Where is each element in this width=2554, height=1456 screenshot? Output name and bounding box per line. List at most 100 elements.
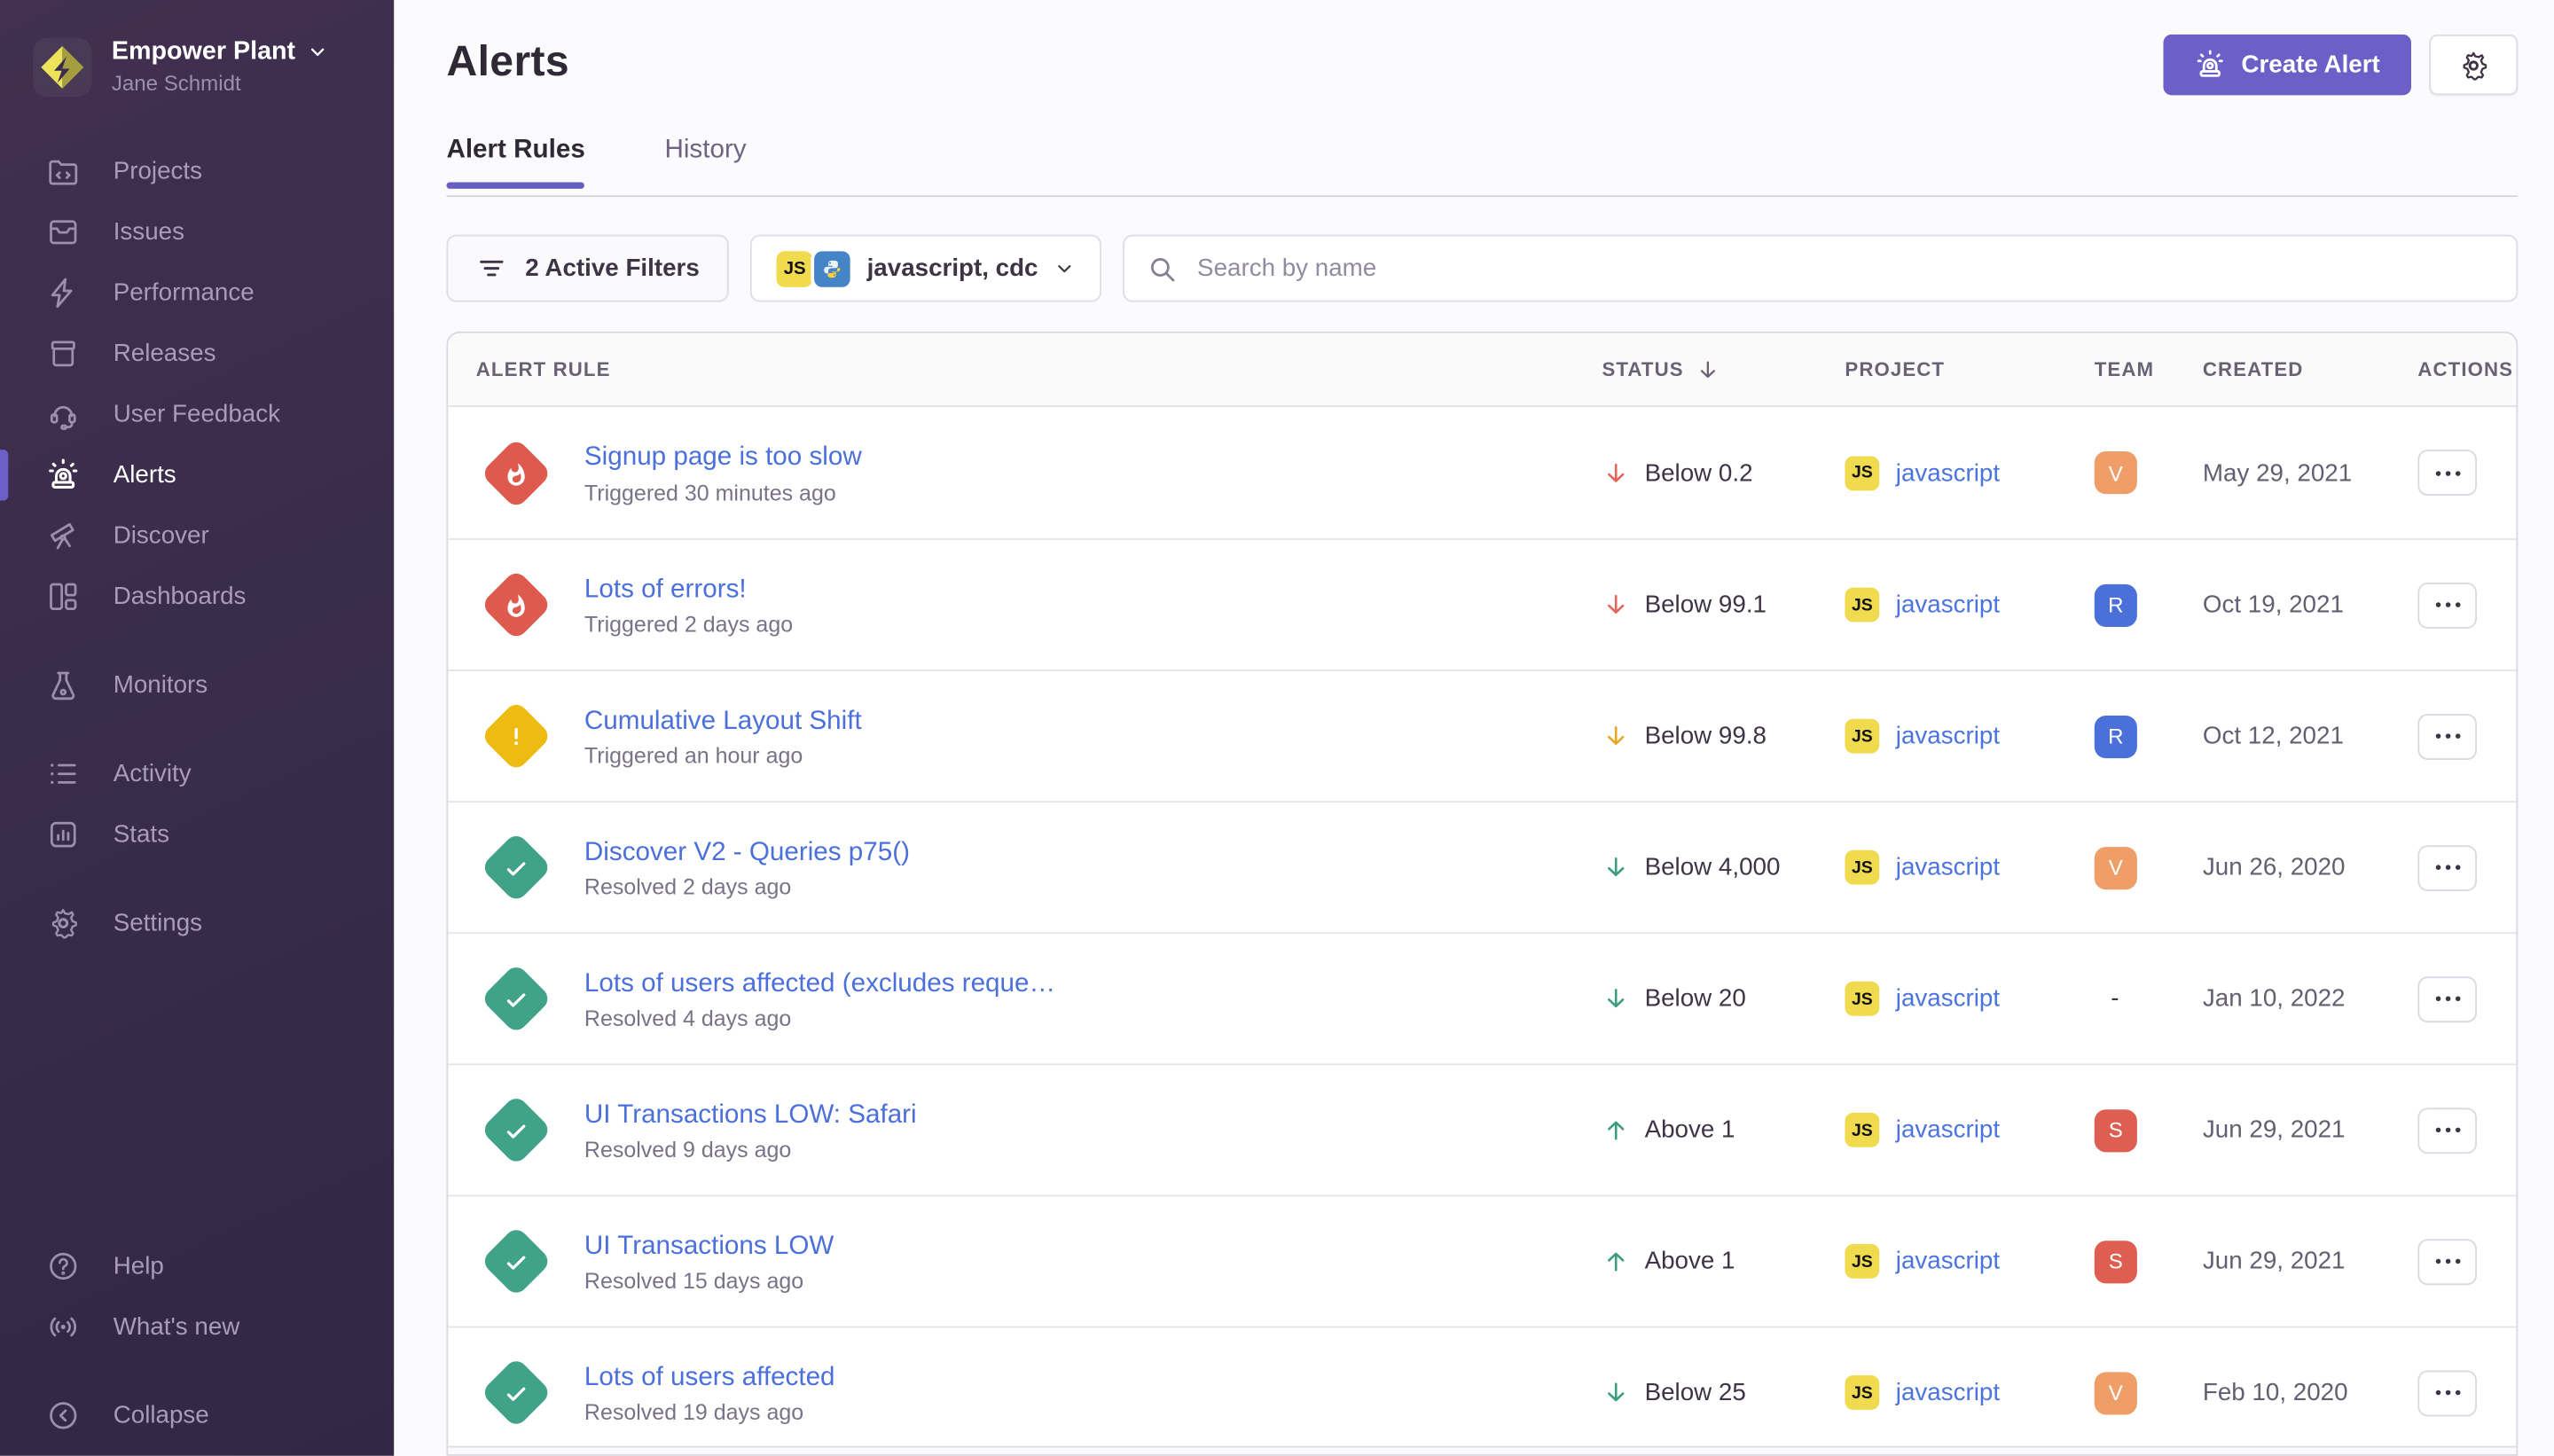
chevron-down-icon — [1054, 258, 1076, 279]
created-date: Oct 19, 2021 — [2203, 591, 2400, 618]
javascript-platform-icon: JS — [1845, 1113, 1879, 1147]
sidebar-item-issues[interactable]: Issues — [0, 201, 394, 262]
sidebar-item-label: Alerts — [114, 460, 176, 488]
tab-alert-rules[interactable]: Alert Rules — [446, 137, 584, 186]
status-cell: Below 25 — [1602, 1379, 1845, 1406]
settings-icon — [46, 905, 81, 940]
org-switcher[interactable]: Empower Plant Jane Schmidt — [0, 0, 394, 98]
table-row: Lots of users affected Resolved 19 days … — [448, 1327, 2516, 1456]
sidebar-item-activity[interactable]: Activity — [0, 743, 394, 803]
status-cell: Below 99.8 — [1602, 722, 1845, 749]
sidebar-item-performance[interactable]: Performance — [0, 262, 394, 322]
user-feedback-icon — [46, 396, 81, 431]
sidebar-item-user-feedback[interactable]: User Feedback — [0, 383, 394, 443]
project-link[interactable]: javascript — [1896, 1379, 2000, 1406]
sidebar-item-releases[interactable]: Releases — [0, 323, 394, 383]
row-actions-button[interactable] — [2417, 582, 2477, 628]
javascript-platform-icon: JS — [1845, 1375, 1879, 1410]
table-row: UI Transactions LOW: Safari Resolved 9 d… — [448, 1063, 2516, 1194]
project-link[interactable]: javascript — [1896, 722, 2000, 749]
alert-rule-subtitle: Resolved 15 days ago — [584, 1269, 834, 1294]
team-badge: S — [2095, 1108, 2137, 1151]
created-date: Oct 12, 2021 — [2203, 722, 2400, 749]
status-cell: Below 99.1 — [1602, 591, 1845, 618]
sidebar-item-label: Dashboards — [114, 582, 247, 609]
sidebar-item-label: Activity — [114, 759, 192, 787]
team-badge: V — [2095, 846, 2137, 888]
created-date: Feb 10, 2020 — [2203, 1379, 2400, 1406]
sidebar-item-monitors[interactable]: Monitors — [0, 654, 394, 715]
javascript-platform-icon: JS — [1845, 982, 1879, 1016]
tab-bar: Alert Rules History — [446, 137, 2518, 197]
sidebar-item-label: Issues — [114, 217, 184, 245]
alert-rule-link[interactable]: Lots of errors! — [584, 572, 793, 607]
table-row: UI Transactions LOW Resolved 15 days ago… — [448, 1194, 2516, 1326]
status-label: Below 25 — [1645, 1379, 1746, 1406]
alert-rule-link[interactable]: UI Transactions LOW: Safari — [584, 1098, 917, 1133]
warning-alert-icon — [481, 701, 552, 772]
sidebar-item-help[interactable]: Help — [0, 1236, 394, 1296]
alert-rule-link[interactable]: UI Transactions LOW — [584, 1229, 834, 1264]
critical-alert-icon — [481, 436, 552, 508]
column-status-sort[interactable]: Status — [1602, 357, 1845, 382]
team-none: - — [2095, 984, 2119, 1012]
project-link[interactable]: javascript — [1896, 1248, 2000, 1275]
search-input[interactable] — [1194, 253, 2493, 284]
alert-rule-link[interactable]: Lots of users affected (excludes reque… — [584, 967, 1055, 1002]
status-label: Below 0.2 — [1645, 458, 1753, 486]
alert-rule-link[interactable]: Discover V2 - Queries p75() — [584, 835, 910, 871]
alert-rule-link[interactable]: Cumulative Layout Shift — [584, 703, 862, 739]
active-filters-button[interactable]: 2 Active Filters — [446, 235, 729, 302]
project-link[interactable]: javascript — [1896, 458, 2000, 486]
team-badge: V — [2095, 1371, 2137, 1413]
org-name: Empower Plant — [112, 36, 295, 68]
sidebar-item-projects[interactable]: Projects — [0, 140, 394, 200]
sidebar-footer: Help What's new Collapse — [0, 1236, 394, 1446]
row-actions-button[interactable] — [2417, 1239, 2477, 1285]
sidebar-item-alerts[interactable]: Alerts — [0, 444, 394, 505]
created-date: Jan 10, 2022 — [2203, 985, 2400, 1013]
project-link[interactable]: javascript — [1896, 1116, 2000, 1144]
sidebar-item-stats[interactable]: Stats — [0, 803, 394, 864]
sidebar-item-discover[interactable]: Discover — [0, 505, 394, 565]
monitors-icon — [46, 668, 81, 702]
alert-rule-subtitle: Resolved 9 days ago — [584, 1138, 917, 1162]
project-link[interactable]: javascript — [1896, 985, 2000, 1013]
arrow-up-icon — [1602, 1248, 1629, 1275]
row-actions-button[interactable] — [2417, 975, 2477, 1022]
resolved-alert-icon — [481, 1225, 552, 1297]
search-box — [1124, 235, 2519, 302]
project-link[interactable]: javascript — [1896, 591, 2000, 618]
row-actions-button[interactable] — [2417, 844, 2477, 890]
team-badge: V — [2095, 451, 2137, 494]
javascript-platform-icon: JS — [1845, 456, 1879, 490]
tab-history[interactable]: History — [664, 137, 746, 186]
sidebar-item-label: Performance — [114, 278, 255, 306]
javascript-platform-icon: JS — [1845, 719, 1879, 754]
project-link[interactable]: javascript — [1896, 853, 2000, 881]
create-alert-button[interactable]: Create Alert — [2163, 35, 2411, 95]
status-cell: Below 20 — [1602, 985, 1845, 1013]
project-selector[interactable]: JS javascript, cdc — [750, 235, 1102, 302]
sidebar-item-label: Projects — [114, 157, 202, 184]
sidebar-item-label: Help — [114, 1252, 164, 1280]
alert-settings-button[interactable] — [2429, 35, 2518, 95]
sidebar-item-dashboards[interactable]: Dashboards — [0, 566, 394, 626]
resolved-alert-icon — [481, 963, 552, 1035]
chevron-down-icon — [307, 42, 328, 63]
resolved-alert-icon — [481, 832, 552, 904]
table-row: Discover V2 - Queries p75() Resolved 2 d… — [448, 801, 2516, 932]
row-actions-button[interactable] — [2417, 450, 2477, 496]
sidebar-item-settings[interactable]: Settings — [0, 892, 394, 952]
row-actions-button[interactable] — [2417, 713, 2477, 759]
main-content: Alerts Create Alert Alert Rules History … — [394, 0, 2554, 1456]
sidebar-item-whats-new[interactable]: What's new — [0, 1296, 394, 1357]
row-actions-button[interactable] — [2417, 1107, 2477, 1153]
alert-rule-subtitle: Resolved 19 days ago — [584, 1400, 835, 1425]
projects-icon — [46, 153, 81, 188]
alert-rule-link[interactable]: Lots of users affected — [584, 1360, 835, 1396]
status-label: Below 20 — [1645, 985, 1746, 1013]
row-actions-button[interactable] — [2417, 1370, 2477, 1416]
alert-rule-link[interactable]: Signup page is too slow — [584, 440, 862, 475]
sidebar-collapse-button[interactable]: Collapse — [0, 1385, 394, 1445]
